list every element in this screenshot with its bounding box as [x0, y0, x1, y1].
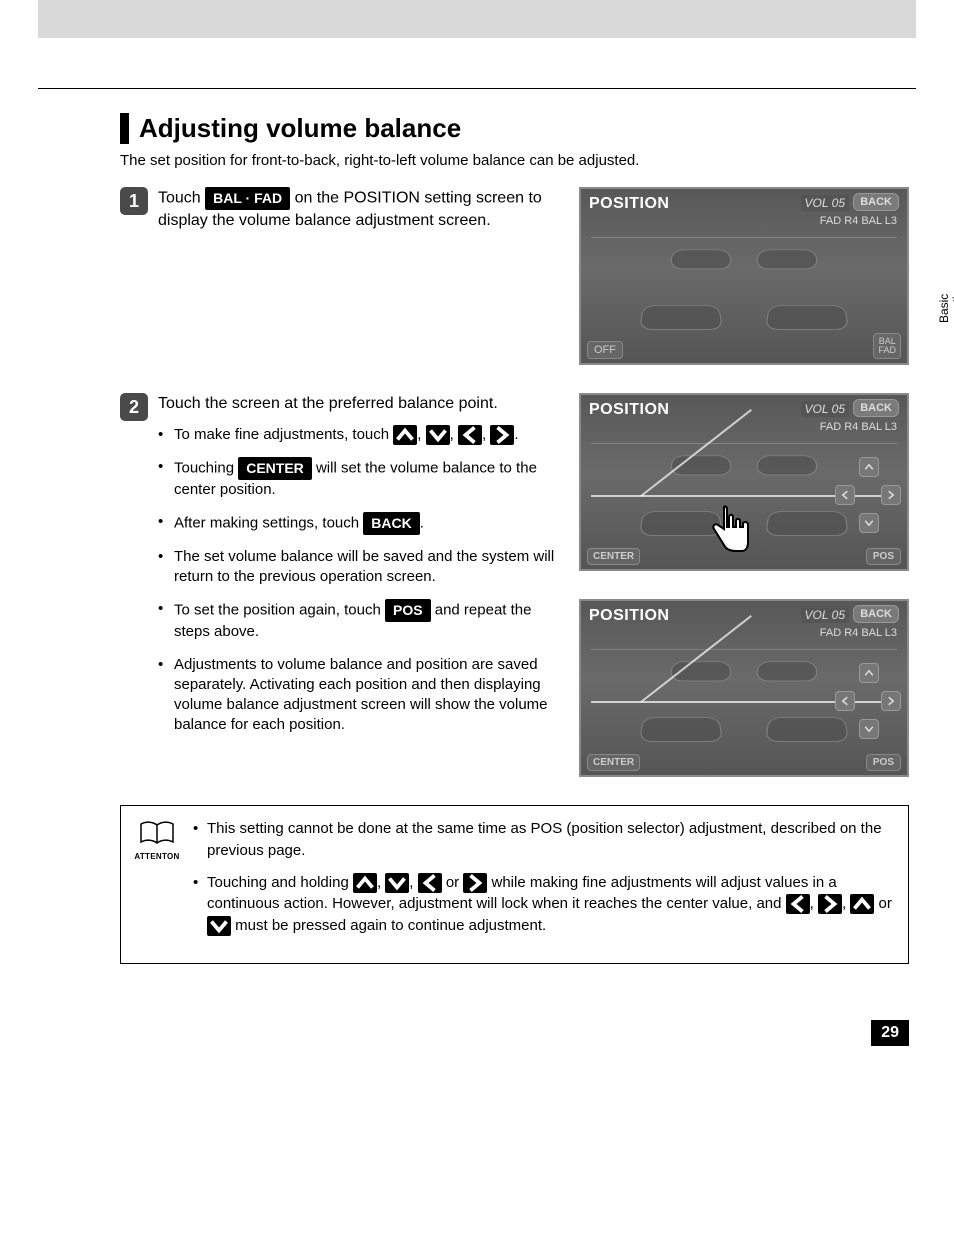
- shot3-vol: VOL 05: [801, 607, 849, 623]
- shot1-vol: VOL 05: [801, 195, 849, 211]
- step-2-lead: Touch the screen at the preferred balanc…: [158, 393, 563, 415]
- attention-item-2: Touching and holding , , or while making…: [193, 872, 892, 937]
- bal-fad-button-label: BAL · FAD: [205, 187, 290, 210]
- step-2-screenshots: POSITION VOL 05 BACK FAD R4 BAL L3 CENTE…: [579, 393, 909, 777]
- screenshot-1: POSITION VOL 05 BACK FAD R4 BAL L3 OFF B…: [579, 187, 909, 365]
- shot3-right-button[interactable]: [881, 691, 901, 711]
- section-title: Adjusting volume balance: [120, 113, 909, 144]
- down-chevron-icon: [207, 916, 231, 936]
- bullet-back: After making settings, touch BACK.: [158, 512, 563, 535]
- shot2-vol: VOL 05: [801, 401, 849, 417]
- shot2-pos-button[interactable]: POS: [866, 548, 901, 565]
- shot2-left-button[interactable]: [835, 485, 855, 505]
- step-1-badge: 1: [120, 187, 148, 215]
- shot2-hand-pointer-icon: [706, 503, 754, 559]
- shot1-title: POSITION: [589, 195, 669, 213]
- shot3-title: POSITION: [589, 607, 669, 625]
- shot2-fad-bal-readout: FAD R4 BAL L3: [820, 421, 897, 433]
- down-chevron-icon: [426, 425, 450, 445]
- open-book-icon: [129, 820, 185, 851]
- page-content: Basic operation Adjusting volume balance…: [0, 113, 954, 1004]
- header-divider: [38, 88, 916, 89]
- bullet-center: Touching CENTER will set the volume bala…: [158, 457, 563, 500]
- bullet-separate: Adjustments to volume balance and positi…: [158, 655, 563, 736]
- shot3-up-button[interactable]: [859, 663, 879, 683]
- shot3-down-button[interactable]: [859, 719, 879, 739]
- shot3-back-button[interactable]: BACK: [853, 605, 899, 623]
- shot1-off-button[interactable]: OFF: [587, 341, 623, 359]
- left-chevron-icon: [418, 873, 442, 893]
- shot3-pos-button[interactable]: POS: [866, 754, 901, 771]
- side-tab-line2: operation: [950, 283, 954, 333]
- shot2-center-button[interactable]: CENTER: [587, 548, 640, 565]
- left-chevron-icon: [458, 425, 482, 445]
- shot3-fad-bal-readout: FAD R4 BAL L3: [820, 627, 897, 639]
- shot3-left-button[interactable]: [835, 691, 855, 711]
- section-intro: The set position for front-to-back, righ…: [120, 152, 909, 169]
- pos-button-label: POS: [385, 599, 431, 622]
- right-chevron-icon: [463, 873, 487, 893]
- right-chevron-icon: [490, 425, 514, 445]
- shot2-back-button[interactable]: BACK: [853, 399, 899, 417]
- shot2-title: POSITION: [589, 401, 669, 419]
- shot1-fad-bal-readout: FAD R4 BAL L3: [820, 215, 897, 227]
- screenshot-2: POSITION VOL 05 BACK FAD R4 BAL L3 CENTE…: [579, 393, 909, 571]
- attention-box: ATTENTON This setting cannot be done at …: [120, 805, 909, 964]
- screenshot-3: POSITION VOL 05 BACK FAD R4 BAL L3 CENTE…: [579, 599, 909, 777]
- down-chevron-icon: [385, 873, 409, 893]
- attention-item-1: This setting cannot be done at the same …: [193, 818, 892, 862]
- top-margin-bar: [38, 0, 916, 38]
- back-button-label: BACK: [363, 512, 419, 535]
- page-number: 29: [871, 1020, 909, 1046]
- bullet-fine-adjust: To make fine adjustments, touch , , , .: [158, 425, 563, 445]
- shot1-back-button[interactable]: BACK: [853, 193, 899, 211]
- shot1-plane: [591, 237, 897, 341]
- step-2-badge: 2: [120, 393, 148, 421]
- shot2-down-button[interactable]: [859, 513, 879, 533]
- up-chevron-icon: [353, 873, 377, 893]
- step-2-row: 2 Touch the screen at the preferred bala…: [120, 393, 909, 777]
- step-2-bullets: To make fine adjustments, touch , , , . …: [158, 425, 563, 736]
- step-1-text: Touch BAL · FAD on the POSITION setting …: [158, 187, 563, 231]
- attention-icon: ATTENTON: [129, 820, 185, 863]
- shot2-up-button[interactable]: [859, 457, 879, 477]
- attention-label: ATTENTON: [129, 851, 185, 863]
- side-tab-basic-operation: Basic operation: [938, 283, 954, 333]
- up-chevron-icon: [393, 425, 417, 445]
- center-button-label: CENTER: [238, 457, 312, 480]
- shot3-center-button[interactable]: CENTER: [587, 754, 640, 771]
- shot2-right-button[interactable]: [881, 485, 901, 505]
- right-chevron-icon: [818, 894, 842, 914]
- step-2-text: Touch the screen at the preferred balanc…: [158, 393, 563, 748]
- up-chevron-icon: [850, 894, 874, 914]
- step-1-row: 1 Touch BAL · FAD on the POSITION settin…: [120, 187, 909, 365]
- shot1-balfad-button[interactable]: BALFAD: [873, 333, 901, 359]
- step-1-pre: Touch: [158, 190, 205, 207]
- left-chevron-icon: [786, 894, 810, 914]
- bullet-pos: To set the position again, touch POS and…: [158, 599, 563, 642]
- bullet-saved: The set volume balance will be saved and…: [158, 547, 563, 588]
- side-tab-line1: Basic: [937, 293, 951, 322]
